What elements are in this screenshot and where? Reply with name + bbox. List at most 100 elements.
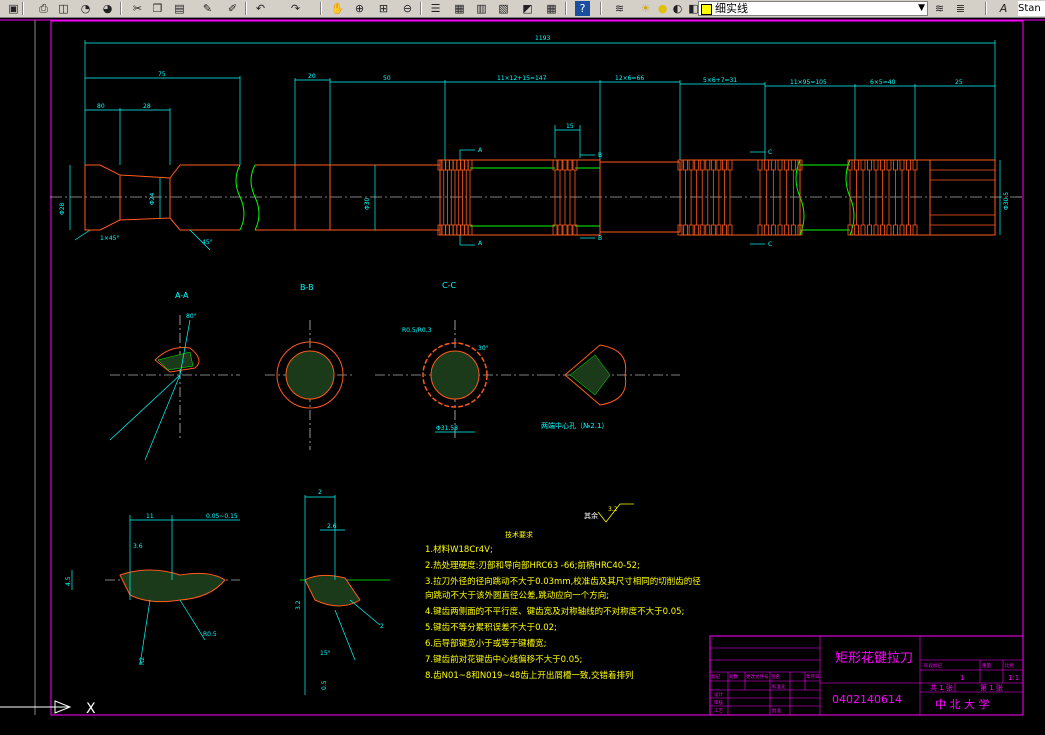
tb-col-1: 标准化: [772, 683, 786, 690]
redo-icon[interactable]: ↷: [288, 1, 303, 16]
broach-tooth: [722, 159, 727, 171]
zoom-previous-icon[interactable]: ⊖: [400, 1, 415, 16]
tech-note-8: 8.齿N01~8和N019~48齿上开出屑槽一致,交错着排列: [425, 670, 634, 681]
dim-right-dia: Φ30.5: [1003, 192, 1010, 210]
design-center-icon[interactable]: ▦: [452, 1, 467, 16]
dim-mid-dia: Φ30: [364, 197, 371, 210]
broach-tooth: [899, 224, 905, 236]
lock-icon[interactable]: ◐: [670, 1, 685, 16]
broach-tooth: [557, 159, 563, 171]
calc-icon[interactable]: ▦: [544, 1, 559, 16]
broach-tooth: [886, 224, 892, 236]
tb-hdr-2: 重量: [982, 662, 991, 669]
standard-toolbar: ▣ ⎙ ◫ ◔ ◕ ✂ ❐ ▤ ✎ ✐ ↶ ↷ ✋ ⊕ ⊞ ⊖ ☰ ▦ ▥ ▧ ◩ ▦? ≋ ☀ ● ◐ ◧ 细实线 ▼ ≋ ≣ A…: [0, 0, 1045, 18]
broach-tooth: [757, 224, 763, 236]
help-icon[interactable]: ?: [575, 1, 590, 16]
broach-tooth: [694, 159, 700, 171]
pan-icon[interactable]: ✋: [330, 1, 345, 16]
broach-tooth: [880, 224, 885, 236]
broach-tooth: [716, 159, 722, 171]
break-lines: [235, 159, 855, 236]
broach-tooth: [867, 224, 872, 236]
sheet-set-icon[interactable]: ▧: [496, 1, 511, 16]
dim-pitch3: 5×6+7=31: [703, 77, 737, 84]
toolbar-separator: [320, 2, 322, 15]
zoom-window-icon[interactable]: ⊞: [376, 1, 391, 16]
save-icon[interactable]: ▣: [6, 1, 21, 16]
dim-3-2: 3.2: [295, 600, 302, 610]
center-hole-note: 两端中心孔（№2.1）: [541, 421, 608, 430]
broach-tooth: [854, 224, 859, 236]
layer-props-icon[interactable]: ≋: [932, 1, 947, 16]
broach-tooth: [912, 159, 918, 171]
broach-tooth: [710, 224, 716, 236]
tech-note-4: 4.键齿两侧面的不平行度、键齿宽及对称轴线的不对称度不大于0.05;: [425, 606, 684, 617]
sun-icon[interactable]: ●: [655, 1, 670, 16]
dim-75: 75: [158, 71, 166, 78]
dim-15: 15: [566, 123, 574, 130]
broach-tooth: [873, 224, 879, 236]
tb-role-3: 工艺: [714, 708, 723, 714]
tb-row-4: 签名: [771, 673, 780, 680]
copy-icon[interactable]: ❐: [150, 1, 165, 16]
tb-role-1: 设计: [714, 691, 723, 698]
bulb-icon[interactable]: ☀: [638, 1, 653, 16]
chevron-down-icon[interactable]: ▼: [918, 2, 925, 15]
layer-manager-icon[interactable]: ≋: [612, 1, 627, 16]
text-style-dropdown[interactable]: Stan: [1018, 1, 1045, 16]
dim-80: 80: [97, 103, 105, 110]
undo-icon[interactable]: ↶: [253, 1, 268, 16]
layer-dropdown[interactable]: 细实线 ▼: [698, 1, 928, 16]
tool-palette-icon[interactable]: ▥: [474, 1, 489, 16]
preview-icon[interactable]: ◫: [56, 1, 71, 16]
spline-lines: [930, 169, 995, 226]
dim-4-5: 4.5: [65, 576, 72, 586]
ucs-x-label: X: [86, 701, 96, 717]
dim-28: 28: [143, 103, 151, 110]
zoom-realtime-icon[interactable]: ⊕: [352, 1, 367, 16]
edit-icon[interactable]: ✐: [225, 1, 240, 16]
detail-view-1: 11 0.05~0.15 3.6 4.5 R2 R0.5: [65, 513, 240, 666]
broach-tooth: [899, 159, 905, 171]
tb-qty: 1: [960, 674, 964, 682]
broach-tooth: [757, 159, 763, 171]
tb-row-5: 年月日: [806, 673, 820, 680]
dim-total: 1193: [535, 35, 550, 42]
print-icon[interactable]: ⎙: [36, 1, 51, 16]
dim-pitch6: 25: [955, 79, 963, 86]
markup-icon[interactable]: ◩: [520, 1, 535, 16]
section-c-view: Φ31.58 R0.5/R0.3 30°: [375, 320, 545, 440]
broach-tooth: [886, 159, 892, 171]
match-icon[interactable]: ✎: [200, 1, 215, 16]
broach-tooth: [770, 224, 776, 236]
marker-a-top: A: [478, 147, 483, 154]
broach-tooth: [893, 224, 898, 236]
broach-tooth: [688, 159, 694, 171]
broach-tooth: [770, 159, 776, 171]
tb-title: 矩形花键拉刀: [835, 650, 913, 666]
properties-icon[interactable]: ☰: [428, 1, 443, 16]
dim-angle: 45°: [202, 239, 213, 246]
broach-tooth: [683, 224, 688, 236]
drawing-canvas[interactable]: 1193 75 20 50 11×12+15=147 12×6=66 5×6+7…: [0, 18, 1045, 731]
publish-icon[interactable]: ◔: [78, 1, 93, 16]
dim-50: 50: [383, 75, 391, 82]
broach-tooth: [784, 224, 790, 236]
tb-hdr-3: 比例: [1005, 662, 1014, 669]
dim-r2: R2: [139, 657, 146, 665]
r-note: R0.5/R0.3: [402, 327, 432, 334]
broach-tooth: [764, 159, 770, 171]
dia-note: Φ31.58: [436, 425, 458, 432]
angle-c-note: 30°: [478, 345, 489, 352]
toolbar-separator: [22, 2, 24, 15]
broach-tooth: [912, 224, 918, 236]
paste-icon[interactable]: ▤: [172, 1, 187, 16]
broach-tooth: [860, 159, 866, 171]
cut-icon[interactable]: ✂: [130, 1, 145, 16]
broach-tooth: [873, 159, 879, 171]
layer-state-icon[interactable]: ≣: [953, 1, 968, 16]
plot-icon[interactable]: ◕: [100, 1, 115, 16]
text-style-icon[interactable]: A: [996, 1, 1011, 16]
broach-tooth: [906, 224, 911, 236]
angle-a-note: 80°: [186, 313, 197, 320]
